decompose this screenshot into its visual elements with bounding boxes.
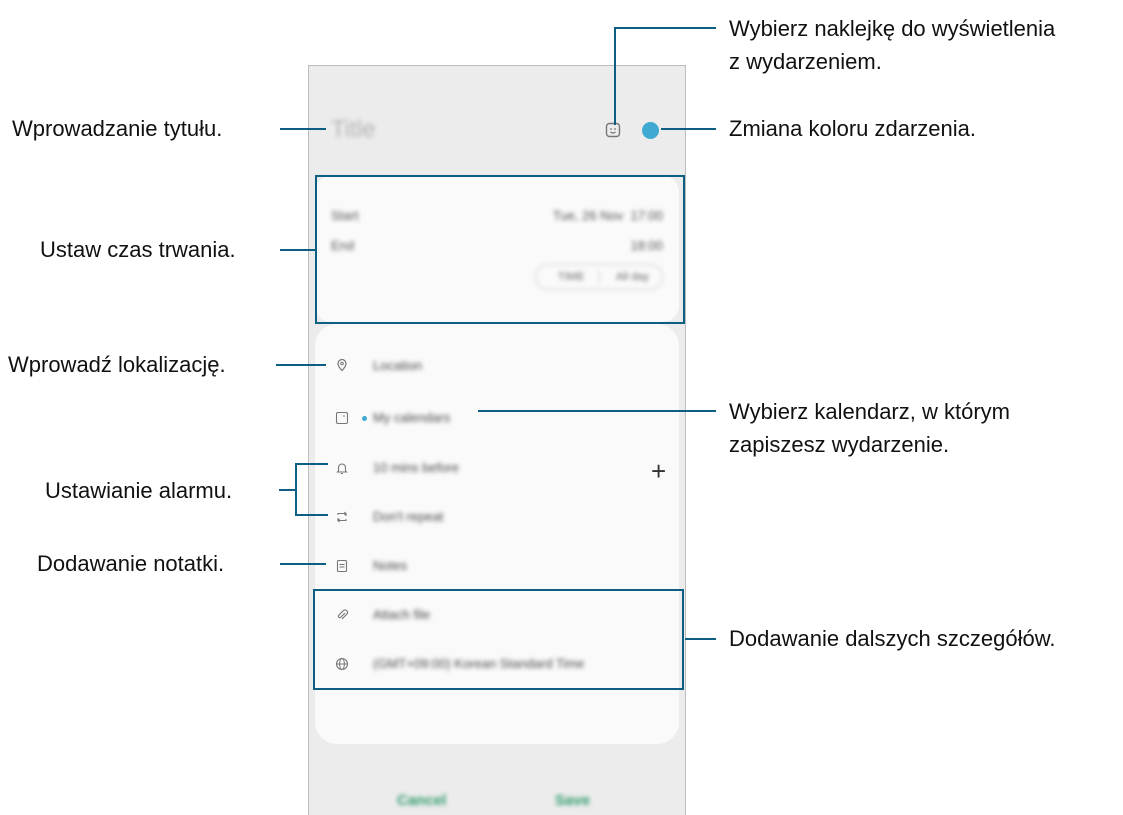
sticker-callout-line2: z wydarzeniem. [729, 49, 882, 74]
save-button[interactable]: Save [555, 792, 590, 809]
location-pin-icon [337, 358, 347, 372]
duration-callout: Ustaw czas trwania. [40, 237, 236, 262]
calendar-leader-line [478, 410, 716, 412]
bell-icon [336, 463, 348, 475]
alarm-leader-line [279, 489, 296, 491]
title-callout: Wprowadzanie tytułu. [12, 116, 223, 141]
alarm-callout: Ustawianie alarmu. [45, 478, 233, 503]
event-color-button[interactable] [642, 122, 659, 139]
repeat-icon [337, 511, 347, 523]
cancel-button[interactable]: Cancel [397, 792, 446, 809]
notes-leader-line [280, 563, 326, 565]
notes-callout: Dodawanie notatki. [37, 551, 225, 576]
calendar-icon [335, 411, 349, 425]
calendar-callout-line2: zapiszesz wydarzenie. [729, 432, 950, 457]
location-leader-line [276, 364, 326, 366]
color-leader-line [661, 128, 716, 130]
repeat-field[interactable]: Don't repeat [373, 509, 443, 524]
alarm-bracket-top [295, 463, 328, 465]
title-leader-line [280, 128, 326, 130]
color-callout: Zmiana koloru zdarzenia. [729, 116, 977, 141]
calendar-selector[interactable]: My calendars [373, 410, 450, 425]
alarm-bracket-bottom [295, 514, 328, 516]
location-callout: Wprowadź lokalizację. [8, 352, 226, 377]
more-details-leader-line [685, 638, 716, 640]
title-input[interactable]: Title [331, 116, 375, 144]
calendar-color-dot [362, 416, 367, 421]
duration-leader-line [280, 249, 315, 251]
sticker-leader-vertical [614, 27, 616, 125]
sticker-icon[interactable] [605, 122, 621, 138]
add-reminder-button[interactable]: + [651, 458, 666, 484]
duration-highlight-box [315, 175, 685, 324]
reminder-field[interactable]: 10 mins before [373, 460, 459, 475]
more-details-highlight-box [313, 589, 684, 690]
more-details-callout: Dodawanie dalszych szczegółów. [729, 626, 1056, 651]
sticker-leader-horizontal [614, 27, 716, 29]
calendar-callout-line1: Wybierz kalendarz, w którym [729, 399, 1010, 424]
notes-icon [336, 559, 348, 573]
alarm-bracket-vertical [295, 463, 297, 515]
location-input[interactable]: Location [373, 358, 422, 373]
sticker-callout-line1: Wybierz naklejkę do wyświetlenia [729, 16, 1056, 41]
notes-input[interactable]: Notes [373, 558, 407, 573]
